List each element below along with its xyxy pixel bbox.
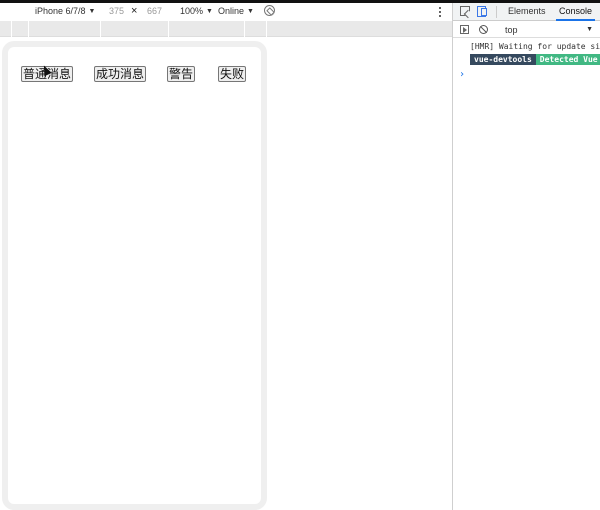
vue-devtools-badge: vue-devtools (470, 54, 536, 65)
more-options-icon[interactable] (439, 7, 441, 17)
clear-console-icon[interactable] (479, 25, 488, 34)
zoom-value: 100% (180, 6, 204, 16)
console-log-line: vue-devtools Detected Vue (453, 53, 600, 66)
caret-down-icon: ▼ (206, 7, 213, 15)
width-input[interactable]: 375 (109, 6, 124, 16)
ruler-tick (100, 21, 101, 37)
console-output: [HMR] Waiting for update si vue-devtools… (453, 38, 600, 80)
media-query-ruler (0, 21, 452, 37)
console-toolbar: top ▼ (453, 21, 600, 38)
device-select[interactable]: iPhone 6/7/8 ▼ (35, 6, 95, 16)
tab-elements[interactable]: Elements (508, 6, 546, 16)
ruler-tick (11, 21, 12, 37)
context-select[interactable]: top ▼ (501, 23, 597, 36)
zoom-select[interactable]: 100% ▼ (180, 6, 213, 16)
rotate-icon (264, 5, 275, 16)
caret-down-icon: ▼ (88, 7, 96, 15)
dimension-separator: × (131, 5, 138, 17)
device-toolbar: iPhone 6/7/8 ▼ 375 × 667 100% ▼ Online ▼ (0, 3, 452, 21)
ruler-tick (266, 21, 267, 37)
caret-down-icon: ▼ (586, 26, 593, 33)
device-name: iPhone 6/7/8 (35, 6, 86, 16)
ruler-tick (168, 21, 169, 37)
device-toggle-icon[interactable] (477, 6, 487, 17)
show-sidebar-icon[interactable] (460, 25, 469, 34)
network-value: Online (218, 6, 245, 16)
inspect-element-icon[interactable] (460, 6, 470, 16)
devtools-panel: Elements Console top ▼ [HMR] Waiting for… (452, 3, 600, 510)
success-message-button[interactable]: 成功消息 (94, 66, 147, 82)
ruler-tick (28, 21, 29, 37)
console-prompt[interactable]: › (453, 69, 600, 80)
context-value: top (505, 24, 518, 35)
message-button-row: 普通消息 成功消息 警告 失败 (21, 66, 251, 84)
divider (496, 6, 497, 18)
console-log-line: [HMR] Waiting for update si (470, 42, 600, 51)
viewport-pane: iPhone 6/7/8 ▼ 375 × 667 100% ▼ Online ▼… (0, 3, 452, 510)
ruler-tick (244, 21, 245, 37)
warning-message-button[interactable]: 警告 (167, 66, 196, 82)
network-select[interactable]: Online ▼ (218, 6, 254, 16)
caret-down-icon: ▼ (247, 7, 254, 15)
devtools-tabbar: Elements Console (453, 3, 600, 21)
height-input[interactable]: 667 (147, 6, 162, 16)
rotate-button[interactable] (264, 5, 275, 16)
device-frame: 普通消息 成功消息 警告 失败 (2, 41, 267, 510)
tab-console[interactable]: Console (556, 6, 596, 21)
detected-vue-badge: Detected Vue (535, 54, 600, 65)
error-message-button[interactable]: 失败 (218, 66, 247, 82)
